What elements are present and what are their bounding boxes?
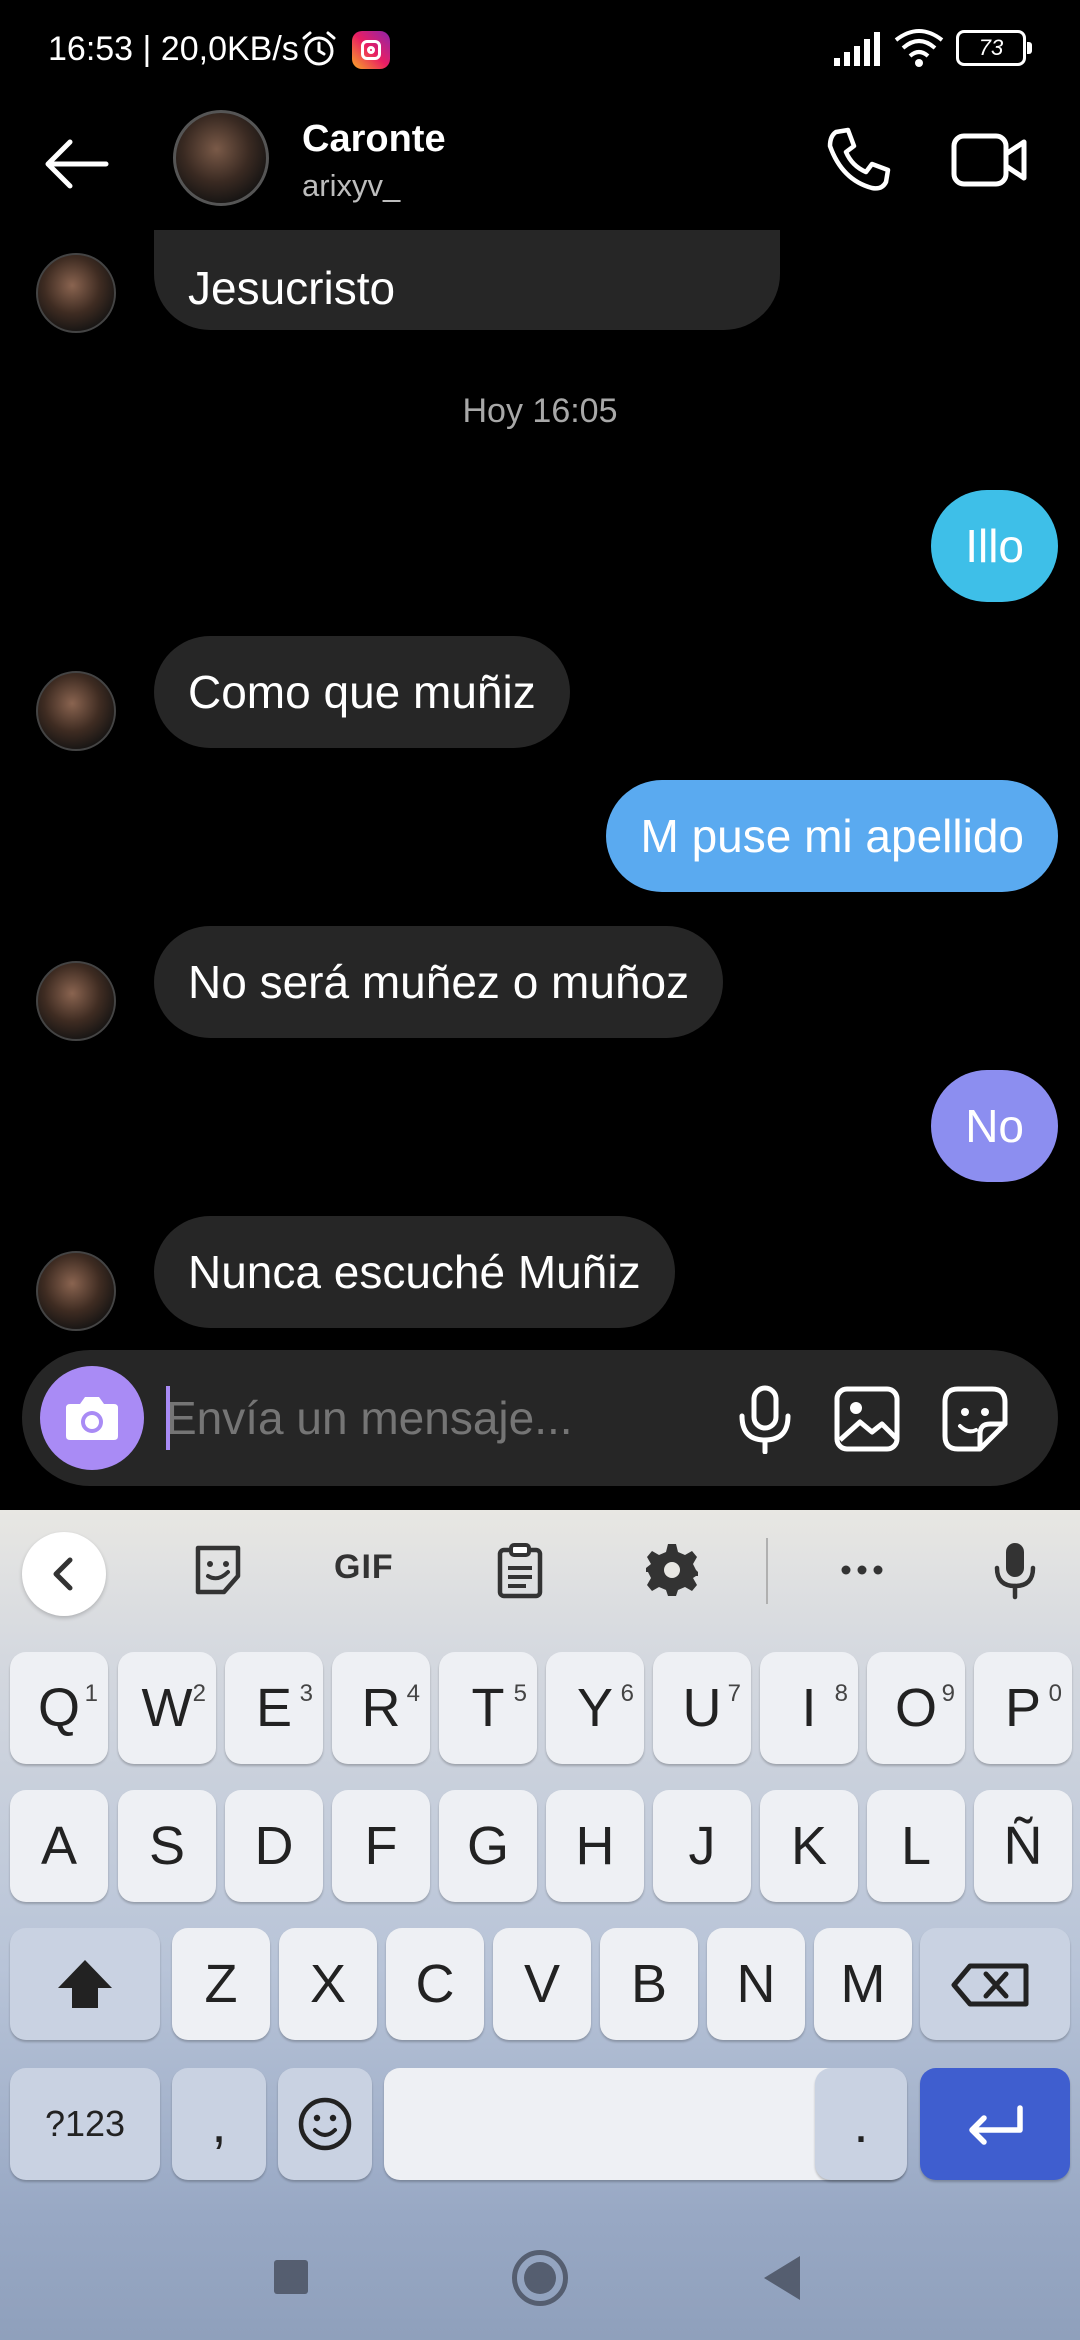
keyboard-collapse-button[interactable] bbox=[22, 1532, 106, 1616]
keyboard-toolbar: GIF bbox=[0, 1510, 1080, 1630]
video-call-icon[interactable] bbox=[950, 124, 1030, 196]
sender-avatar[interactable] bbox=[36, 1251, 116, 1331]
key-i[interactable]: I8 bbox=[760, 1652, 858, 1764]
key-t[interactable]: T5 bbox=[439, 1652, 537, 1764]
contact-username[interactable]: arixyv_ bbox=[302, 168, 400, 204]
key-z[interactable]: Z bbox=[172, 1928, 270, 2040]
key-j[interactable]: J bbox=[653, 1790, 751, 1902]
gallery-icon[interactable] bbox=[832, 1384, 902, 1454]
key-e[interactable]: E3 bbox=[225, 1652, 323, 1764]
camera-icon bbox=[66, 1397, 118, 1440]
message-composer bbox=[22, 1350, 1058, 1486]
enter-arrow-icon bbox=[969, 2105, 1023, 2145]
enter-key[interactable] bbox=[920, 2068, 1070, 2180]
instagram-notification-icon bbox=[352, 31, 390, 69]
key-b[interactable]: B bbox=[600, 1928, 698, 2040]
comma-key[interactable]: , bbox=[172, 2068, 266, 2180]
key-a[interactable]: A bbox=[10, 1790, 108, 1902]
message-text: No bbox=[965, 1100, 1024, 1152]
chevron-left-icon bbox=[53, 1557, 73, 1591]
message-text: Illo bbox=[965, 520, 1024, 572]
battery-level: 73 bbox=[978, 35, 1004, 60]
status-time: 16:53 | 20,0KB/s bbox=[48, 30, 299, 68]
message-bubble-incoming[interactable]: Jesucristo bbox=[154, 230, 780, 330]
key-o[interactable]: O9 bbox=[867, 1652, 965, 1764]
battery-icon: 73 bbox=[956, 30, 1032, 66]
sender-avatar[interactable] bbox=[36, 961, 116, 1041]
sender-avatar[interactable] bbox=[36, 671, 116, 751]
key-u[interactable]: U7 bbox=[653, 1652, 751, 1764]
home-button[interactable] bbox=[512, 2250, 568, 2306]
key-w[interactable]: W2 bbox=[118, 1652, 216, 1764]
sticker-keyboard-icon[interactable] bbox=[188, 1540, 248, 1600]
key-f[interactable]: F bbox=[332, 1790, 430, 1902]
wifi-icon bbox=[894, 29, 944, 67]
key-l[interactable]: L bbox=[867, 1790, 965, 1902]
timestamp: Hoy 16:05 bbox=[462, 392, 618, 430]
message-text: Como que muñiz bbox=[188, 666, 536, 718]
key-p[interactable]: P0 bbox=[974, 1652, 1072, 1764]
message-bubble-incoming[interactable]: Nunca escuché Muñiz bbox=[154, 1216, 675, 1328]
key-n[interactable]: N bbox=[707, 1928, 805, 2040]
key-r[interactable]: R4 bbox=[332, 1652, 430, 1764]
text-caret bbox=[166, 1386, 170, 1450]
shift-arrow-icon bbox=[58, 1960, 112, 2008]
message-bubble-outgoing[interactable]: No bbox=[931, 1070, 1058, 1182]
key-x[interactable]: X bbox=[279, 1928, 377, 2040]
recent-apps-button[interactable] bbox=[274, 2260, 308, 2294]
settings-gear-icon[interactable] bbox=[642, 1540, 702, 1600]
message-bubble-incoming[interactable]: Como que muñiz bbox=[154, 636, 570, 748]
period-key[interactable]: . bbox=[815, 2068, 907, 2180]
key-m[interactable]: M bbox=[814, 1928, 912, 2040]
sticker-icon[interactable] bbox=[940, 1384, 1010, 1454]
camera-button[interactable] bbox=[40, 1366, 144, 1470]
contact-name[interactable]: Caronte bbox=[302, 118, 446, 161]
microphone-icon[interactable] bbox=[732, 1384, 798, 1454]
message-text: Nunca escuché Muñiz bbox=[188, 1246, 641, 1298]
message-input[interactable] bbox=[166, 1378, 726, 1458]
message-text: Jesucristo bbox=[188, 262, 396, 314]
message-text: No será muñez o muñoz bbox=[188, 956, 690, 1008]
message-bubble-outgoing[interactable]: Illo bbox=[931, 490, 1058, 602]
key-q[interactable]: Q1 bbox=[10, 1652, 108, 1764]
gif-button[interactable]: GIF bbox=[334, 1548, 394, 1587]
sender-avatar[interactable] bbox=[36, 253, 116, 333]
message-text: M puse mi apellido bbox=[640, 810, 1024, 862]
clipboard-icon[interactable] bbox=[490, 1540, 550, 1600]
emoji-key[interactable] bbox=[278, 2068, 372, 2180]
back-triangle-icon[interactable] bbox=[764, 2256, 800, 2300]
message-bubble-outgoing[interactable]: M puse mi apellido bbox=[606, 780, 1058, 892]
contact-avatar[interactable] bbox=[173, 110, 269, 206]
message-list[interactable]: Jesucristo Hoy 16:05 Illo Como que muñiz… bbox=[0, 230, 1080, 1340]
key-v[interactable]: V bbox=[493, 1928, 591, 2040]
key-g[interactable]: G bbox=[439, 1790, 537, 1902]
back-arrow-icon[interactable] bbox=[40, 128, 112, 200]
backspace-icon bbox=[951, 1963, 1029, 2007]
backspace-key[interactable] bbox=[920, 1928, 1070, 2040]
signal-icon bbox=[834, 32, 880, 66]
system-navigation-bar bbox=[0, 2210, 1080, 2340]
symbols-key[interactable]: ?123 bbox=[10, 2068, 160, 2180]
alarm-icon bbox=[302, 31, 336, 66]
key-d[interactable]: D bbox=[225, 1790, 323, 1902]
key-k[interactable]: K bbox=[760, 1790, 858, 1902]
key-c[interactable]: C bbox=[386, 1928, 484, 2040]
key-y[interactable]: Y6 bbox=[546, 1652, 644, 1764]
toolbar-divider bbox=[766, 1538, 768, 1604]
shift-key[interactable] bbox=[10, 1928, 160, 2040]
message-bubble-incoming[interactable]: No será muñez o muñoz bbox=[154, 926, 724, 1038]
emoji-icon bbox=[298, 2097, 352, 2151]
key-n-tilde[interactable]: Ñ bbox=[974, 1790, 1072, 1902]
chat-header: Caronte arixyv_ bbox=[0, 100, 1080, 230]
voice-input-icon[interactable] bbox=[985, 1540, 1045, 1600]
key-s[interactable]: S bbox=[118, 1790, 216, 1902]
key-h[interactable]: H bbox=[546, 1790, 644, 1902]
status-bar: 16:53 | 20,0KB/s 73 bbox=[0, 0, 1080, 100]
phone-call-icon[interactable] bbox=[822, 124, 894, 196]
more-options-icon[interactable] bbox=[832, 1540, 892, 1600]
